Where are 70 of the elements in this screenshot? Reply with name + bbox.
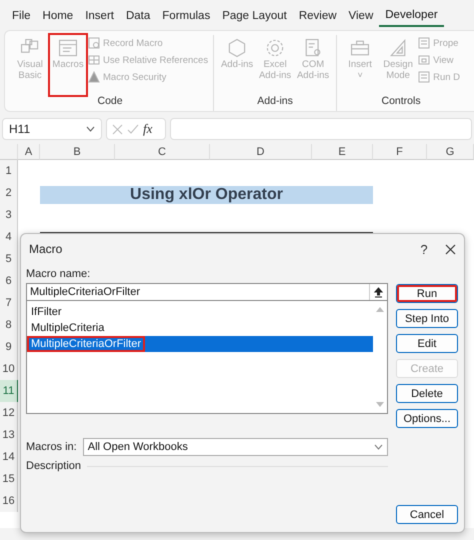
dialog-button[interactable]: Run <box>396 284 458 303</box>
upload-icon[interactable] <box>374 286 383 298</box>
warning-icon <box>88 71 100 83</box>
menu-tab[interactable]: Formulas <box>156 4 216 26</box>
row-header[interactable]: 2 <box>0 182 18 204</box>
chevron-icon <box>86 126 95 132</box>
help-button[interactable]: ? <box>413 242 435 256</box>
macro-list-item[interactable]: IfFilter <box>27 304 66 320</box>
function-button[interactable]: fx <box>143 121 152 137</box>
select-all-corner[interactable] <box>0 144 18 160</box>
list-icon <box>418 37 430 49</box>
field-label: Macro name: <box>26 268 92 280</box>
column-header[interactable]: C <box>115 144 210 160</box>
row-header[interactable]: 16 <box>0 490 18 512</box>
description-label: Description <box>26 460 82 472</box>
macro-list-item[interactable]: MultipleCriteria <box>27 320 108 336</box>
row-header[interactable]: 15 <box>0 468 18 490</box>
dialog-title: Macro <box>29 242 64 256</box>
check-icon[interactable] <box>127 124 139 134</box>
row-header[interactable]: 4 <box>0 226 18 248</box>
menu-tab[interactable]: Developer <box>379 3 444 27</box>
menu-tab[interactable]: Page Layout <box>216 4 293 26</box>
column-header[interactable]: E <box>312 144 373 160</box>
row-header[interactable]: 10 <box>0 358 18 380</box>
scroll-up-icon[interactable] <box>376 307 384 312</box>
record-icon <box>88 37 100 49</box>
column-header[interactable]: F <box>373 144 427 160</box>
grid-icon <box>88 54 100 66</box>
group-label: Add-ins <box>256 95 294 109</box>
window-icon <box>418 54 430 66</box>
name-box[interactable]: H11 <box>2 118 102 140</box>
group-label: Controls <box>380 95 422 109</box>
sheet-title: Using xlOr Operator <box>40 186 373 204</box>
menu-tab[interactable]: Review <box>292 4 343 26</box>
macros-in-dropdown[interactable]: All Open Workbooks <box>82 438 388 456</box>
dialog-button[interactable]: Step Into <box>396 309 458 328</box>
row-header[interactable]: 8 <box>0 314 18 336</box>
dialog-button[interactable]: Delete <box>396 384 458 403</box>
close-icon[interactable] <box>445 244 456 254</box>
column-header[interactable]: D <box>210 144 312 160</box>
menu-tab[interactable]: Data <box>120 4 156 26</box>
row-header[interactable]: 11 <box>0 380 18 402</box>
macro-name-field[interactable]: MultipleCriteriaOrFilter <box>26 283 388 301</box>
row-header[interactable]: 9 <box>0 336 18 358</box>
field-label: Macros in: <box>26 441 77 453</box>
column-header[interactable]: G <box>427 144 474 160</box>
formula-input[interactable] <box>170 118 472 140</box>
row-header[interactable]: 5 <box>0 248 18 270</box>
group-label: Code <box>96 95 124 109</box>
chevron-icon <box>374 444 383 450</box>
dialog-button[interactable]: Options... <box>396 409 458 428</box>
row-header[interactable]: 3 <box>0 204 18 226</box>
row-header[interactable]: 7 <box>0 292 18 314</box>
row-header[interactable]: 6 <box>0 270 18 292</box>
list-icon <box>418 71 430 83</box>
row-header[interactable]: 14 <box>0 446 18 468</box>
macro-list-item[interactable]: MultipleCriteriaOrFilter <box>27 336 146 352</box>
menu-tab[interactable]: Home <box>36 4 80 26</box>
row-header[interactable]: 1 <box>0 160 18 182</box>
column-header[interactable]: B <box>40 144 115 160</box>
cancel-button[interactable]: Cancel <box>396 505 458 524</box>
column-header[interactable]: A <box>18 144 40 160</box>
row-header[interactable]: 13 <box>0 424 18 446</box>
scroll-down-icon[interactable] <box>376 402 384 407</box>
row-header[interactable]: 12 <box>0 402 18 424</box>
menu-tab[interactable]: File <box>6 4 37 26</box>
menu-tab[interactable]: Insert <box>79 4 120 26</box>
table-icon <box>57 37 79 59</box>
dialog-button[interactable]: Edit <box>396 334 458 353</box>
menu-tab[interactable]: View <box>342 4 380 26</box>
